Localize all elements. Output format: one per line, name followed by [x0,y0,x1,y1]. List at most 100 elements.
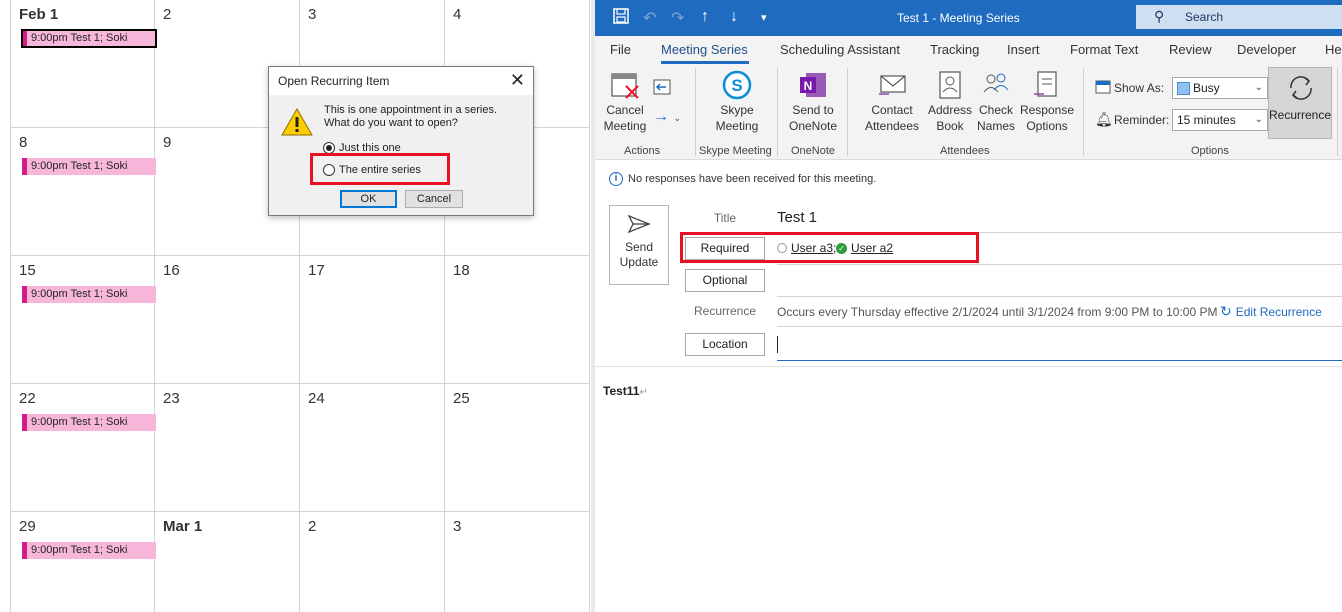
day-cell[interactable]: 22 9:00pm Test 1; Soki [10,384,156,512]
response-options-button[interactable]: Response Options [1019,70,1075,134]
group-label-options: Options [1191,145,1229,157]
tab-scheduling-assistant[interactable]: Scheduling Assistant [780,42,900,57]
group-separator [847,68,848,156]
cancel-meeting-button[interactable]: Cancel Meeting [603,70,647,134]
search-placeholder: Search [1185,10,1224,24]
day-cell[interactable]: 17 [300,256,445,384]
group-separator [777,68,778,156]
skype-meeting-label: Skype Meeting [715,103,759,133]
tab-file[interactable]: File [610,42,631,57]
contact-attendees-button[interactable]: Contact Attendees [857,70,927,134]
group-separator [1337,68,1338,156]
close-icon[interactable]: ✕ [510,70,525,91]
ok-button[interactable]: OK [340,190,397,208]
day-number: 2 [308,518,317,535]
redo-icon[interactable]: ↷ [671,8,684,28]
info-icon: i [609,172,623,186]
appointment-item[interactable]: 9:00pm Test 1; Soki [22,158,156,175]
address-book-label: Address Book [927,103,973,133]
chevron-down-icon: ⌄ [1254,82,1263,93]
recurrence-field-label: Recurrence [693,304,757,318]
day-number: 24 [308,390,325,407]
svg-text:S: S [731,76,742,95]
group-label-actions: Actions [624,145,661,157]
forward-icon[interactable]: → ⌄ [653,108,681,126]
appointment-item[interactable]: 9:00pm Test 1; Soki [22,542,156,559]
day-number: 3 [308,6,317,23]
day-cell[interactable]: 16 [155,256,300,384]
show-as-value: Busy [1193,81,1220,95]
group-label-onenote: OneNote [791,145,836,157]
edit-recurrence-link[interactable]: ↻ Edit Recurrence [1220,303,1322,320]
show-as-select[interactable]: Busy ⌄ [1172,77,1268,99]
cancel-button[interactable]: Cancel [405,190,463,208]
day-cell[interactable]: Mar 1 [155,512,300,612]
title-input[interactable]: Test 1 [777,209,817,226]
message-body[interactable]: Test11↵ [603,384,648,398]
response-options-icon [1034,71,1057,97]
customize-toolbar-icon[interactable]: ▾ [761,11,767,24]
envelope-icon [879,75,906,95]
tab-meeting-series[interactable]: Meeting Series [661,42,748,57]
recurrence-label: Recurrence [1269,108,1332,122]
day-number: 18 [453,262,470,279]
day-cell[interactable]: 3 [445,512,590,612]
highlight-box [310,153,450,185]
location-button[interactable]: Location [685,333,765,356]
group-separator [1083,68,1084,156]
search-icon: ⚲ [1154,8,1165,24]
calendar-forward-icon[interactable] [653,79,671,95]
contact-attendees-label: Contact Attendees [864,103,920,133]
body-text: Test11 [603,384,640,398]
send-to-onenote-button[interactable]: N Send to OneNote [783,70,843,134]
undo-icon[interactable]: ↶ [643,8,656,28]
day-cell[interactable]: 23 [155,384,300,512]
tab-help[interactable]: He [1325,42,1342,57]
location-input[interactable] [777,360,1342,361]
reminder-select[interactable]: 15 minutes ⌄ [1172,109,1268,131]
day-cell[interactable]: 18 [445,256,590,384]
day-number: 2 [163,6,172,23]
optional-button[interactable]: Optional [685,269,765,292]
title-label: Title [713,211,737,225]
day-cell[interactable]: 2 [300,512,445,612]
address-book-button[interactable]: Address Book [927,70,973,134]
check-names-button[interactable]: Check Names [975,70,1017,134]
day-cell[interactable]: 24 [300,384,445,512]
send-icon [627,214,651,234]
body-divider [595,366,1342,367]
reminder-label: Reminder: [1114,113,1170,127]
save-icon[interactable] [613,8,629,29]
send-update-button[interactable]: Send Update [609,205,669,285]
dialog-message: This is one appointment in a series. Wha… [324,104,498,129]
appointment-item[interactable]: 9:00pm Test 1; Soki [21,29,157,48]
window-titlebar: ↶ ↷ ↑ ↓ ▾ Test 1 - Meeting Series ⚲ Sear… [595,0,1342,36]
tab-developer[interactable]: Developer [1237,42,1296,57]
check-names-icon [983,73,1009,93]
day-cell[interactable]: 8 9:00pm Test 1; Soki [10,128,156,256]
tab-format-text[interactable]: Format Text [1070,42,1138,57]
day-cell[interactable]: 25 [445,384,590,512]
paragraph-mark-icon: ↵ [639,387,648,398]
arrow-up-icon[interactable]: ↑ [701,8,709,26]
skype-icon: S [722,70,752,100]
tab-review[interactable]: Review [1169,42,1212,57]
day-number: 17 [308,262,325,279]
dialog-titlebar[interactable]: Open Recurring Item ✕ [269,67,533,95]
day-number: 4 [453,6,462,23]
recurrence-button[interactable]: Recurrence [1268,67,1332,139]
ribbon: Cancel Meeting → ⌄ Actions S Skype Meeti… [595,64,1342,160]
day-number: Feb 1 [19,6,59,23]
tab-insert[interactable]: Insert [1007,42,1040,57]
tab-tracking[interactable]: Tracking [930,42,979,57]
day-cell[interactable]: 29 9:00pm Test 1; Soki [10,512,156,612]
recurrence-summary: Occurs every Thursday effective 2/1/2024… [777,305,1218,319]
search-input[interactable]: ⚲ Search [1136,5,1342,29]
skype-meeting-button[interactable]: S Skype Meeting [705,70,769,134]
refresh-icon: ↻ [1220,303,1232,319]
day-cell[interactable]: Feb 1 9:00pm Test 1; Soki [10,0,157,128]
appointment-item[interactable]: 9:00pm Test 1; Soki [22,414,156,431]
arrow-down-icon[interactable]: ↓ [730,8,738,26]
appointment-item[interactable]: 9:00pm Test 1; Soki [22,286,156,303]
day-cell[interactable]: 15 9:00pm Test 1; Soki [10,256,156,384]
